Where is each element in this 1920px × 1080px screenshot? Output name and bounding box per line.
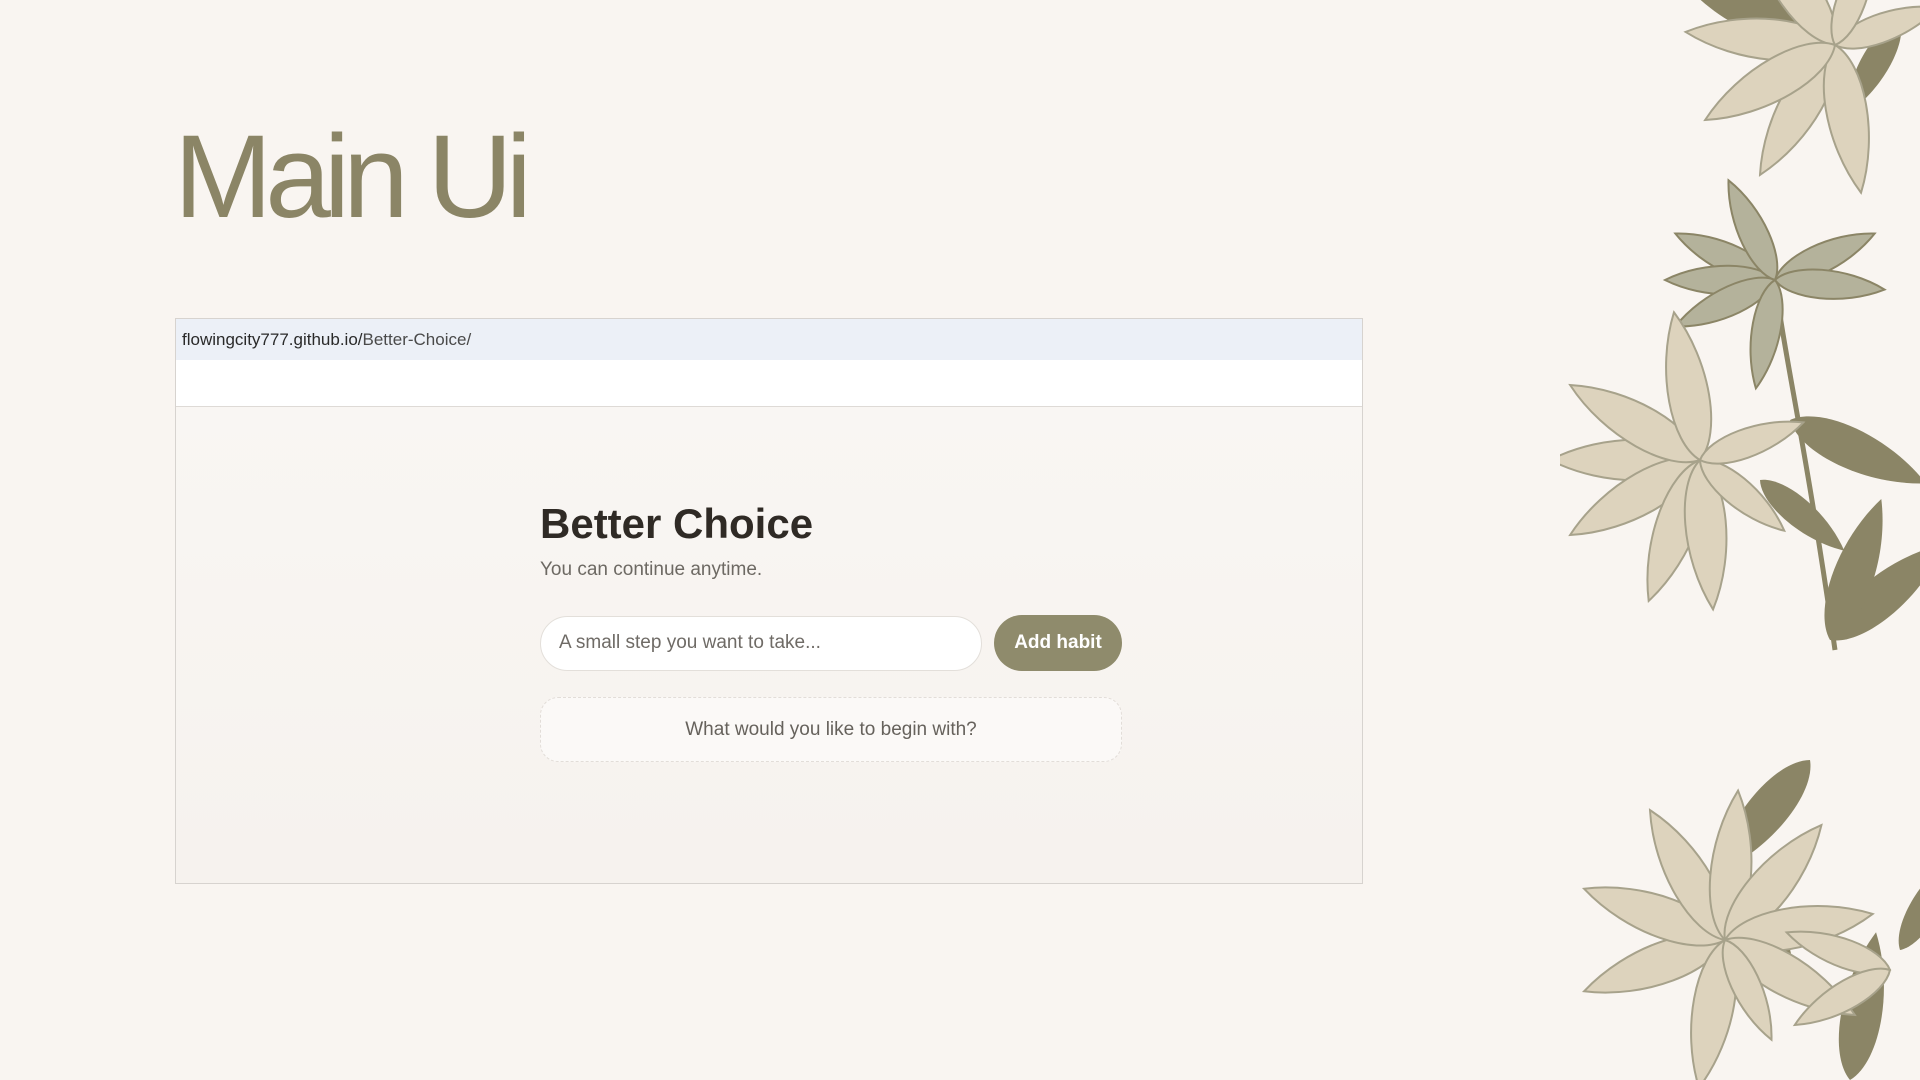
leaf-illustration-icon xyxy=(1560,0,1920,1080)
url-host: flowingcity777.github.io/ xyxy=(182,329,363,349)
browser-toolbar xyxy=(176,360,1362,407)
address-bar[interactable]: flowingcity777.github.io/Better-Choice/ xyxy=(176,319,1362,360)
browser-window: flowingcity777.github.io/Better-Choice/ … xyxy=(175,318,1363,884)
url-path: Better-Choice/ xyxy=(362,329,472,349)
app-subtitle: You can continue anytime. xyxy=(540,559,763,581)
add-habit-button[interactable]: Add habit xyxy=(994,615,1122,672)
add-habit-form: Add habit xyxy=(540,615,1122,672)
page-viewport: Better Choice You can continue anytime. … xyxy=(176,407,1362,883)
habit-app: Better Choice You can continue anytime. … xyxy=(540,500,1122,763)
habit-input[interactable] xyxy=(540,615,982,671)
app-title: Better Choice xyxy=(540,500,814,547)
empty-state: What would you like to begin with? xyxy=(540,697,1122,763)
leaf-decoration xyxy=(1560,0,1920,1080)
empty-state-text: What would you like to begin with? xyxy=(685,718,977,740)
slide-title: Main Ui xyxy=(174,111,532,243)
